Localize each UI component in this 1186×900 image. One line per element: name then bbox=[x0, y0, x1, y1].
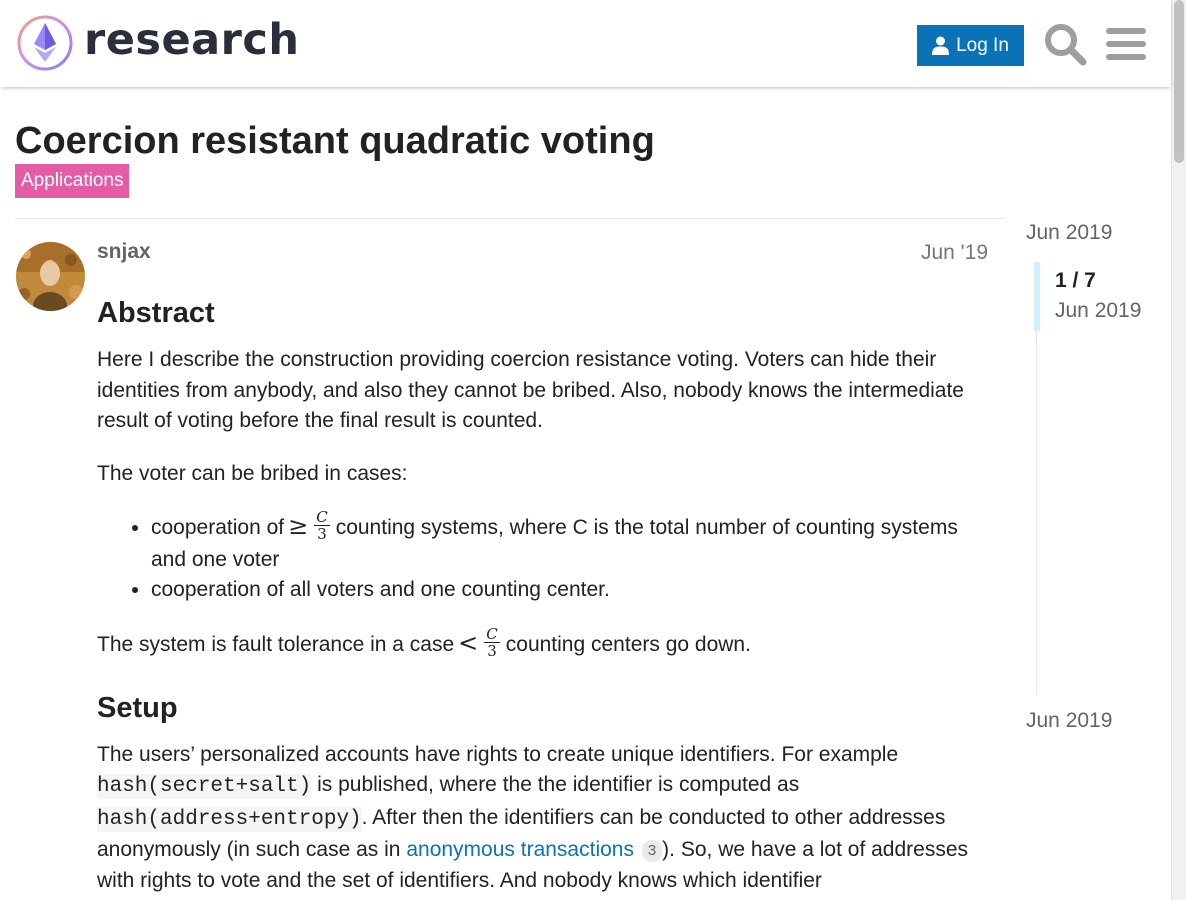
abstract-heading: Abstract bbox=[97, 297, 215, 329]
title-divider bbox=[15, 218, 1004, 219]
scrollbar-thumb[interactable] bbox=[1174, 0, 1184, 163]
timeline-start-date[interactable]: Jun 2019 bbox=[1026, 221, 1112, 245]
list-item: cooperation of≥C3counting systems, where… bbox=[151, 507, 992, 575]
search-icon[interactable] bbox=[1043, 22, 1087, 66]
fault-tolerance-paragraph: The system is fault tolerance in a case <… bbox=[97, 624, 992, 662]
setup-heading: Setup bbox=[97, 691, 178, 724]
geq-symbol: ≥ bbox=[288, 512, 309, 540]
user-icon bbox=[932, 36, 950, 55]
site-header: research Log In bbox=[0, 0, 1171, 87]
bribe-intro: The voter can be bribed in cases: bbox=[97, 461, 408, 485]
timeline-handle[interactable] bbox=[1034, 262, 1040, 331]
fraction-denominator: 3 bbox=[487, 641, 497, 660]
avatar-image bbox=[16, 242, 85, 311]
fault-text-end: counting centers go down. bbox=[505, 632, 751, 656]
timeline-position-date: Jun 2019 bbox=[1055, 299, 1142, 322]
category-badge[interactable]: Applications bbox=[15, 164, 130, 198]
site-logo[interactable]: research bbox=[16, 14, 299, 72]
avatar[interactable] bbox=[16, 242, 85, 311]
code-hash-secret: hash(secret+salt) bbox=[97, 774, 312, 800]
setup-text-1: The users’ personalized accounts have ri… bbox=[97, 742, 899, 766]
code-hash-address: hash(address+entropy) bbox=[97, 806, 362, 832]
fraction-denominator: 3 bbox=[317, 524, 327, 543]
page-scrollbar[interactable] bbox=[1171, 0, 1186, 900]
login-label: Log In bbox=[956, 34, 1009, 56]
post-date[interactable]: Jun '19 bbox=[921, 241, 988, 265]
fraction-c-over-3: C3 bbox=[484, 624, 500, 660]
fault-text-start: The system is fault tolerance in a case bbox=[97, 632, 455, 656]
fraction-numerator: C bbox=[484, 624, 500, 643]
post-body: Abstract Here I describe the constructio… bbox=[97, 293, 992, 900]
timeline-position: 1 / 7 bbox=[1055, 269, 1096, 292]
setup-text-2: is published, where the the identifier i… bbox=[317, 773, 800, 797]
hamburger-menu-icon[interactable] bbox=[1106, 26, 1146, 62]
fraction-c-over-3: C3 bbox=[314, 507, 330, 543]
bullet1-text-start: cooperation of bbox=[151, 516, 285, 539]
post-author[interactable]: snjax bbox=[97, 240, 151, 264]
link-click-count: 3 bbox=[641, 839, 663, 862]
login-button[interactable]: Log In bbox=[917, 25, 1024, 66]
list-item: cooperation of all voters and one counti… bbox=[151, 575, 992, 606]
timeline-end-date[interactable]: Jun 2019 bbox=[1026, 709, 1112, 733]
anonymous-transactions-link[interactable]: anonymous transactions bbox=[406, 838, 634, 861]
logo-text: research bbox=[84, 14, 300, 65]
abstract-paragraph: Here I describe the construction providi… bbox=[97, 348, 964, 432]
fraction-numerator: C bbox=[314, 507, 330, 526]
setup-paragraph: The users’ personalized accounts have ri… bbox=[97, 740, 992, 897]
lt-symbol: < bbox=[458, 628, 479, 657]
bribe-cases-list: cooperation of≥C3counting systems, where… bbox=[151, 507, 992, 606]
topic-title[interactable]: Coercion resistant quadratic voting bbox=[15, 120, 655, 163]
ethereum-logo-icon bbox=[17, 15, 73, 71]
